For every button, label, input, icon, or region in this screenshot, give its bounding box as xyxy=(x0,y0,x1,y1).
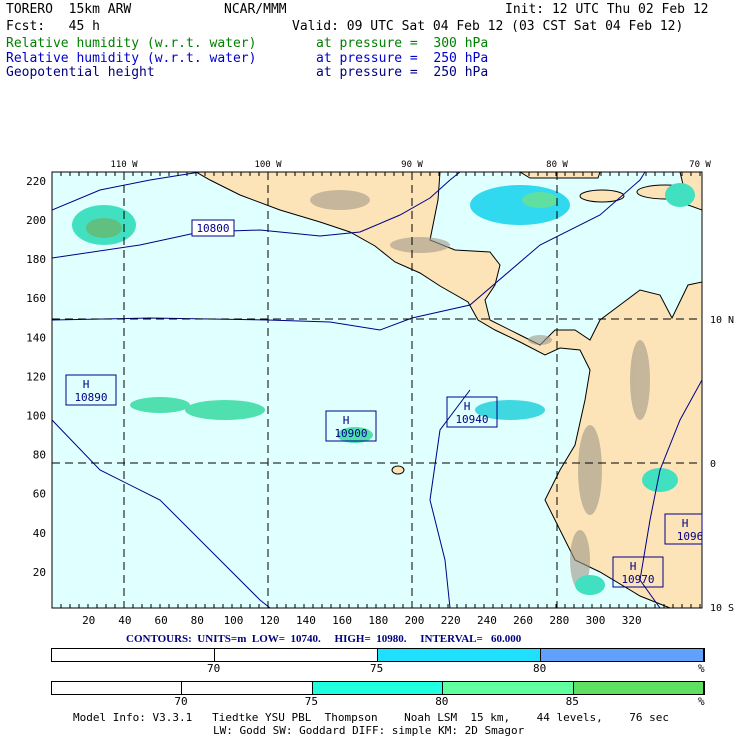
x-tick-label: 240 xyxy=(477,614,497,627)
colorbar-label: % xyxy=(698,695,705,708)
y-tick-label: 40 xyxy=(33,527,46,540)
x-tick-label: 120 xyxy=(260,614,280,627)
contour-label: 10800 xyxy=(196,222,229,235)
x-tick-label: 40 xyxy=(118,614,131,627)
high-marker: H xyxy=(464,400,471,413)
longitude-label: 100 W xyxy=(254,160,282,170)
colorbar-label: 80 xyxy=(435,695,449,708)
x-tick-label: 220 xyxy=(441,614,461,627)
latitude-label: 10 N xyxy=(710,315,734,326)
physics-info: LW: Godd SW: Goddard DIFF: simple KM: 2D… xyxy=(213,724,525,737)
colorbar-segment xyxy=(52,649,215,661)
x-tick-label: 280 xyxy=(549,614,569,627)
x-tick-label: 300 xyxy=(586,614,606,627)
y-tick-label: 220 xyxy=(26,175,46,188)
contour-info: CONTOURS: UNITS=m LOW= 10740. HIGH= 1098… xyxy=(126,633,522,645)
high-marker: H xyxy=(83,378,90,391)
longitude-label: 80 W xyxy=(546,160,568,170)
y-tick-label: 140 xyxy=(26,331,46,344)
y-tick-label: 180 xyxy=(26,253,46,266)
high-value: 10890 xyxy=(74,391,107,404)
colorbar-segment xyxy=(215,649,378,661)
colorbar-segment xyxy=(443,682,574,694)
longitude-label: 110 W xyxy=(110,160,138,170)
colorbar-segment xyxy=(52,682,183,694)
weather-map: 20 40 60 80 100 120 140 160 180 200 220 240 260 280 30… xyxy=(26,160,734,627)
y-tick-label: 20 xyxy=(33,566,46,579)
colorbar-label: 85 xyxy=(565,695,579,708)
y-tick-label: 100 xyxy=(26,410,46,423)
model-info: Model Info: V3.3.1 Tiedtke YSU PBL Thomp… xyxy=(73,711,670,724)
longitude-label: 70 W xyxy=(689,160,711,170)
high-value: 10970 xyxy=(621,573,654,586)
x-tick-label: 20 xyxy=(82,614,95,627)
colorbar-segment xyxy=(312,682,444,694)
y-tick-label: 200 xyxy=(26,214,46,227)
rh-300-colorbar xyxy=(51,681,705,695)
high-value: 10940 xyxy=(455,413,488,426)
land-galapagos xyxy=(391,465,405,475)
x-tick-label: 80 xyxy=(191,614,204,627)
x-tick-label: 60 xyxy=(154,614,167,627)
x-tick-label: 180 xyxy=(368,614,388,627)
x-tick-label: 100 xyxy=(224,614,244,627)
colorbar-segment xyxy=(573,682,704,694)
latitude-label: 0 xyxy=(710,459,716,470)
x-tick-label: 320 xyxy=(622,614,642,627)
high-value: 10900 xyxy=(334,427,367,440)
y-tick-label: 120 xyxy=(26,370,46,383)
x-tick-label: 200 xyxy=(405,614,425,627)
high-marker: H xyxy=(630,560,637,573)
colorbar-segment xyxy=(182,682,313,694)
colorbar-segment xyxy=(541,649,704,661)
colorbar-label: % xyxy=(698,662,705,675)
colorbar-segment xyxy=(378,649,541,661)
colorbar-label: 70 xyxy=(174,695,188,708)
y-tick-label: 160 xyxy=(26,292,46,305)
y-tick-label: 80 xyxy=(33,449,46,462)
high-marker: H xyxy=(343,414,350,427)
high-marker: H xyxy=(682,517,689,530)
colorbar-label: 70 xyxy=(207,662,221,675)
x-tick-label: 160 xyxy=(332,614,352,627)
colorbar-label: 75 xyxy=(304,695,319,708)
latitude-label: 10 S xyxy=(710,603,734,614)
high-value: 1096 xyxy=(677,530,704,543)
rh-250-colorbar xyxy=(51,648,705,662)
colorbar-label: 75 xyxy=(370,662,384,675)
x-tick-label: 260 xyxy=(513,614,533,627)
y-tick-label: 60 xyxy=(33,488,46,501)
x-tick-label: 140 xyxy=(296,614,316,627)
colorbar-label: 80 xyxy=(533,662,547,675)
land-cuba xyxy=(519,172,601,179)
longitude-label: 90 W xyxy=(401,160,423,170)
